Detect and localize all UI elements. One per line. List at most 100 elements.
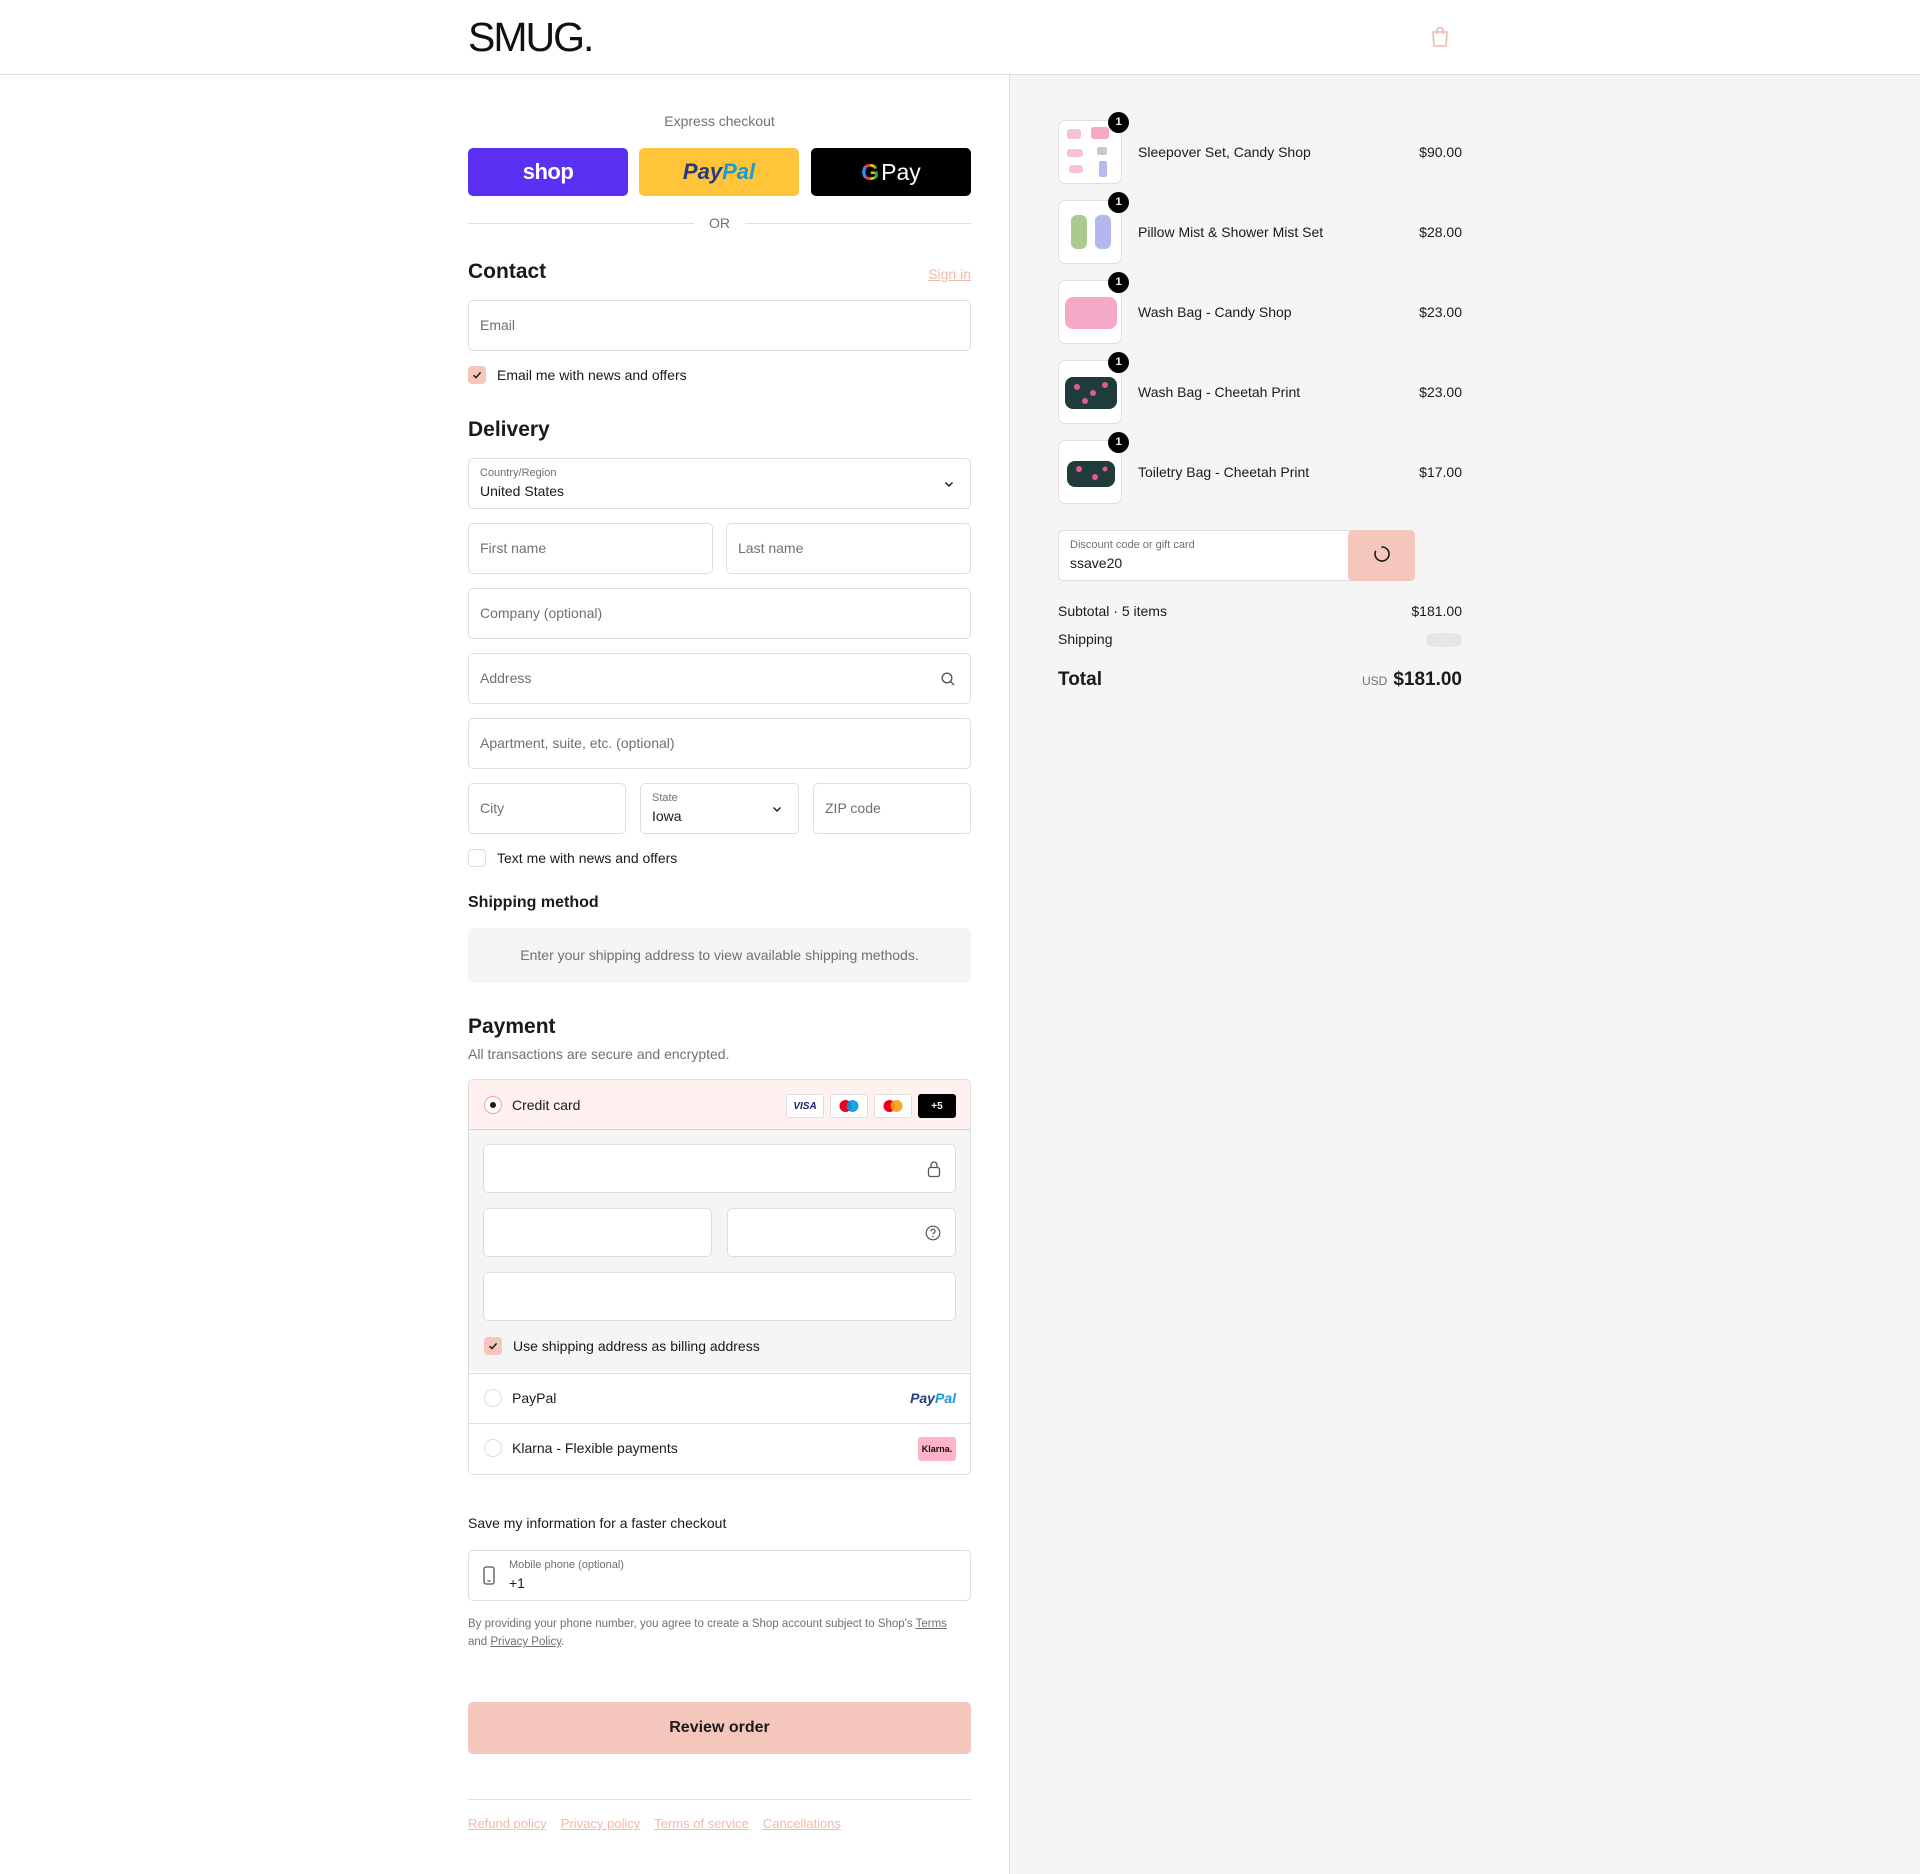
item-name: Sleepover Set, Candy Shop — [1138, 144, 1311, 160]
line-item: 1 Toiletry Bag - Cheetah Print $17.00 — [1058, 432, 1462, 504]
item-name: Toiletry Bag - Cheetah Print — [1138, 464, 1310, 480]
checkbox-unchecked[interactable] — [468, 849, 486, 867]
item-price: $23.00 — [1419, 304, 1462, 320]
name-on-card-field[interactable] — [483, 1272, 956, 1321]
klarna-radio[interactable] — [484, 1439, 502, 1457]
checkmark-icon — [472, 371, 482, 379]
google-pay-button[interactable]: G Pay — [811, 148, 971, 196]
item-price: $28.00 — [1419, 224, 1462, 240]
subtotal-value: $181.00 — [1411, 603, 1462, 619]
item-name: Wash Bag - Cheetah Print — [1138, 384, 1301, 400]
total-value: $181.00 — [1393, 669, 1462, 690]
city-field[interactable]: City — [468, 783, 626, 834]
legal-text: By providing your phone number, you agre… — [468, 1618, 947, 1648]
credit-card-fields: Use shipping address as billing address — [469, 1130, 970, 1371]
order-summary: 1 Sleepover Set, Candy Shop $90.00 1 Pil… — [1009, 75, 1920, 1874]
discount-label: Discount code or gift card — [1070, 539, 1195, 551]
checkmark-icon — [488, 1342, 498, 1350]
klarna-logo: Klarna. — [918, 1437, 956, 1461]
chevron-down-icon — [945, 482, 953, 487]
credit-card-option[interactable]: Credit card VISA +5 — [469, 1080, 970, 1130]
line-item: 1 Sleepover Set, Candy Shop $90.00 — [1058, 112, 1462, 184]
sign-in-link[interactable]: Sign in — [928, 266, 971, 282]
maestro-icon — [830, 1094, 868, 1118]
expiration-date-field[interactable] — [483, 1208, 712, 1257]
express-checkout-title: Express checkout — [664, 113, 775, 129]
shipping-method-note: Enter your shipping address to view avai… — [468, 928, 971, 983]
zip-field[interactable]: ZIP code — [813, 783, 971, 834]
payment-heading: Payment — [468, 1015, 556, 1038]
cart-bag-icon[interactable] — [1430, 26, 1450, 48]
privacy-policy-link[interactable]: Privacy Policy — [490, 1636, 561, 1648]
card-number-field[interactable] — [483, 1144, 956, 1193]
last-name-field[interactable]: Last name — [726, 523, 971, 574]
shipping-label: Shipping — [1058, 631, 1113, 647]
cancellations-link[interactable]: Cancellations — [763, 1816, 841, 1831]
quantity-badge: 1 — [1108, 192, 1129, 213]
refund-policy-link[interactable]: Refund policy — [468, 1816, 547, 1831]
item-name: Wash Bag - Candy Shop — [1138, 304, 1292, 320]
item-price: $90.00 — [1419, 144, 1462, 160]
or-divider: OR — [468, 215, 971, 231]
payment-methods: Credit card VISA +5 Use shipping address… — [468, 1079, 971, 1475]
text-news-checkbox[interactable]: Text me with news and offers — [468, 849, 677, 867]
shipping-method-heading: Shipping method — [468, 894, 599, 911]
email-field[interactable]: Email — [468, 300, 971, 351]
mobile-phone-icon — [483, 1566, 495, 1585]
address-field[interactable]: Address — [468, 653, 971, 704]
first-name-field[interactable]: First name — [468, 523, 713, 574]
paypal-radio[interactable] — [484, 1389, 502, 1407]
credit-card-radio[interactable] — [484, 1096, 502, 1114]
billing-address-checkbox[interactable]: Use shipping address as billing address — [484, 1337, 760, 1355]
review-order-button[interactable]: Review order — [468, 1702, 971, 1754]
total-row: Total USD $181.00 — [1058, 669, 1462, 691]
quantity-badge: 1 — [1108, 272, 1129, 293]
line-item: 1 Pillow Mist & Shower Mist Set $28.00 — [1058, 192, 1462, 264]
item-name: Pillow Mist & Shower Mist Set — [1138, 224, 1324, 240]
currency-code: USD — [1361, 674, 1388, 688]
subtotal-row: Subtotal · 5 items $181.00 — [1058, 603, 1462, 619]
discount-code-input[interactable]: Discount code or gift card ssave20 — [1058, 530, 1381, 581]
state-select[interactable]: State Iowa — [640, 783, 799, 834]
mastercard-icon — [874, 1094, 912, 1118]
card-brand-icons: VISA +5 — [786, 1094, 956, 1118]
phone-label: Mobile phone (optional) — [509, 1559, 624, 1571]
privacy-policy-footer-link[interactable]: Privacy policy — [561, 1816, 640, 1831]
mobile-phone-field[interactable]: Mobile phone (optional) +1 — [468, 1550, 971, 1601]
email-news-checkbox[interactable]: Email me with news and offers — [468, 366, 687, 384]
shop-pay-button[interactable]: shop — [468, 148, 628, 196]
visa-icon: VISA — [786, 1094, 824, 1118]
apply-discount-button[interactable] — [1348, 530, 1415, 581]
help-circle-icon[interactable] — [925, 1225, 941, 1241]
company-field[interactable]: Company (optional) — [468, 588, 971, 639]
payment-subtitle: All transactions are secure and encrypte… — [468, 1046, 730, 1062]
store-logo[interactable]: SMUG. — [468, 14, 594, 61]
line-item: 1 Wash Bag - Cheetah Print $23.00 — [1058, 352, 1462, 424]
terms-link[interactable]: Terms — [916, 1618, 947, 1630]
checkbox-checked[interactable] — [484, 1337, 502, 1355]
line-item: 1 Wash Bag - Candy Shop $23.00 — [1058, 272, 1462, 344]
paypal-option[interactable]: PayPal PayPal — [469, 1373, 970, 1423]
klarna-option[interactable]: Klarna - Flexible payments Klarna. — [469, 1423, 970, 1473]
quantity-badge: 1 — [1108, 112, 1129, 133]
paypal-button[interactable]: Pay Pal — [639, 148, 799, 196]
phone-value: +1 — [509, 1575, 525, 1591]
header: SMUG. — [0, 0, 1920, 75]
chevron-down-icon — [773, 807, 781, 812]
save-info-heading: Save my information for a faster checkou… — [468, 1515, 727, 1531]
shipping-row: Shipping — [1058, 631, 1462, 647]
quantity-badge: 1 — [1108, 352, 1129, 373]
shipping-loading-placeholder — [1426, 633, 1462, 647]
search-icon — [941, 672, 955, 686]
security-code-field[interactable] — [727, 1208, 956, 1257]
contact-heading: Contact — [468, 260, 547, 283]
item-price: $23.00 — [1419, 384, 1462, 400]
country-select[interactable]: Country/Region United States — [468, 458, 971, 509]
loading-spinner-icon — [1373, 546, 1390, 562]
discount-value: ssave20 — [1070, 555, 1123, 571]
apartment-field[interactable]: Apartment, suite, etc. (optional) — [468, 718, 971, 769]
footer-divider — [468, 1799, 971, 1800]
checkbox-checked[interactable] — [468, 366, 486, 384]
terms-of-service-link[interactable]: Terms of service — [654, 1816, 749, 1831]
quantity-badge: 1 — [1108, 432, 1129, 453]
